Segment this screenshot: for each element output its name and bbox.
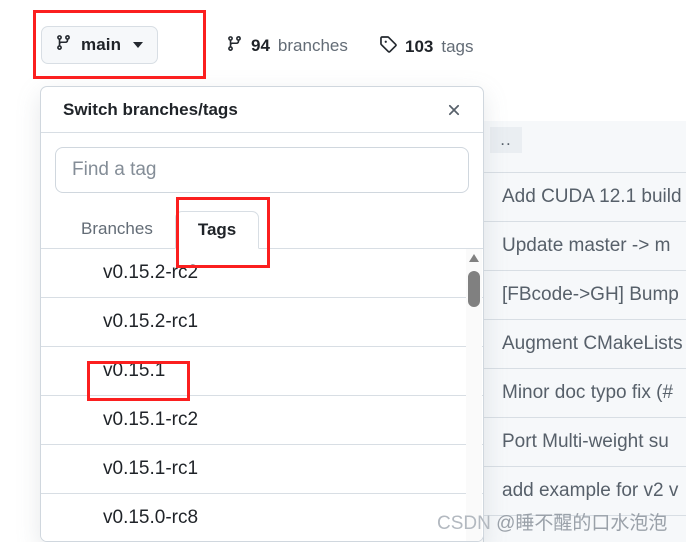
commit-message-row[interactable]: Augment CMakeLists — [484, 320, 686, 369]
branches-count: 94 — [251, 36, 270, 55]
list-item[interactable]: v0.15.1 — [41, 347, 483, 396]
tab-tags[interactable]: Tags — [174, 211, 260, 249]
find-tag-input[interactable] — [55, 147, 469, 193]
git-branch-icon — [226, 35, 243, 57]
parent-directory-row[interactable]: .. — [484, 121, 686, 173]
close-icon[interactable] — [441, 97, 467, 123]
tag-list: v0.15.2-rc2 v0.15.2-rc1 v0.15.1 v0.15.1-… — [41, 249, 483, 541]
tags-count: 103 — [405, 36, 434, 56]
list-item[interactable]: v0.15.2-rc2 — [41, 249, 483, 298]
branch-name-label: main — [81, 35, 122, 54]
filter-field-wrapper — [41, 133, 483, 205]
commit-message-row[interactable]: add example for v2 v — [484, 467, 686, 516]
panel-tabs: Branches Tags — [41, 205, 483, 249]
commit-message-row[interactable]: [FBcode->GH] Bump — [484, 271, 686, 320]
panel-header: Switch branches/tags — [41, 87, 483, 133]
list-item[interactable]: v0.15.1-rc2 — [41, 396, 483, 445]
list-item[interactable]: v0.15.1-rc1 — [41, 445, 483, 494]
tag-icon — [379, 35, 397, 58]
switch-branches-tags-panel: Switch branches/tags Branches Tags v0.15… — [40, 86, 484, 542]
triangle-up-icon[interactable] — [469, 254, 479, 262]
tab-branches[interactable]: Branches — [59, 210, 175, 248]
commit-message-row[interactable]: Update master -> m — [484, 222, 686, 271]
tag-list-scrollbar[interactable] — [466, 249, 482, 541]
commit-message-column: .. Add CUDA 12.1 build Update master -> … — [483, 121, 686, 542]
tags-count-link[interactable]: 103 tags — [379, 35, 474, 58]
chevron-down-icon — [133, 42, 144, 48]
panel-title: Switch branches/tags — [63, 99, 238, 119]
commit-message-row[interactable]: Minor doc typo fix (# — [484, 369, 686, 418]
parent-directory-link[interactable]: .. — [490, 127, 522, 153]
list-item[interactable]: v0.15.0-rc8 — [41, 494, 483, 541]
tags-label: tags — [441, 36, 474, 56]
branch-selector-button[interactable]: main — [41, 26, 159, 64]
branches-count-link[interactable]: 94 branches — [226, 35, 348, 57]
branches-label: branches — [277, 36, 348, 55]
commit-message-row[interactable]: Port Multi-weight su — [484, 418, 686, 467]
list-item[interactable]: v0.15.2-rc1 — [41, 298, 483, 347]
commit-message-row[interactable]: Add CUDA 12.1 build — [484, 173, 686, 222]
git-branch-icon — [55, 34, 72, 56]
scrollbar-thumb[interactable] — [468, 271, 480, 307]
